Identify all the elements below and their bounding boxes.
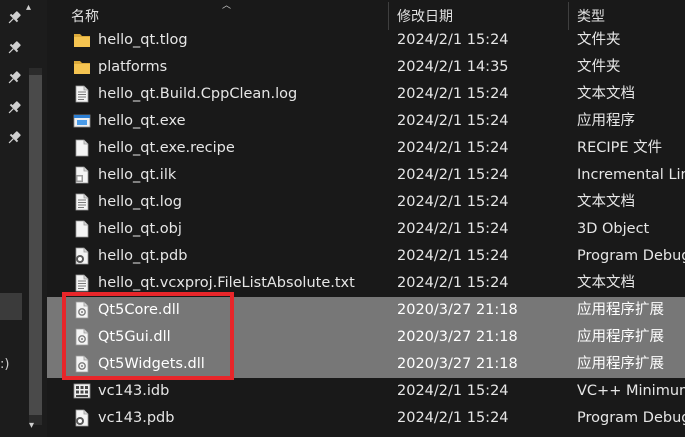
exe-icon (73, 112, 91, 130)
file-modified-date: 2024/2/1 15:24 (397, 248, 509, 264)
file-modified-date: 2020/3/27 21:18 (397, 329, 518, 345)
navigation-pane: ▴ ▾ :) (0, 0, 47, 437)
column-header-name[interactable]: 名称 (71, 0, 99, 30)
file-name: hello_qt.ilk (98, 167, 177, 183)
file-modified-date: 2020/3/27 21:18 (397, 302, 518, 318)
file-type: 应用程序扩展 (577, 302, 664, 318)
file-row[interactable]: hello_qt.exe 2024/2/1 15:24 应用程序 (47, 108, 685, 135)
nav-scrollbar-thumb[interactable] (29, 75, 42, 415)
file-modified-date: 2024/2/1 15:24 (397, 221, 509, 237)
pin-icon[interactable] (6, 70, 22, 86)
folder-icon (73, 31, 91, 49)
file-type: 3D Object (577, 221, 650, 237)
file-modified-date: 2020/3/27 21:18 (397, 356, 518, 372)
file-name: hello_qt.vcxproj.FileListAbsolute.txt (98, 275, 355, 291)
file-modified-date: 2024/2/1 15:24 (397, 140, 509, 156)
file-modified-date: 2024/2/1 15:24 (397, 275, 509, 291)
file-name: Qt5Widgets.dll (98, 356, 205, 372)
nav-scroll-up-icon[interactable]: ▴ (26, 2, 31, 13)
file-name: hello_qt.log (98, 194, 182, 210)
file-modified-date: 2024/2/1 15:24 (397, 32, 509, 48)
nav-scroll-down-icon[interactable]: ▾ (29, 420, 34, 431)
file-modified-date: 2024/2/1 15:24 (397, 383, 509, 399)
file-name: Qt5Gui.dll (98, 329, 171, 345)
file-type: 应用程序扩展 (577, 356, 664, 372)
pin-icon[interactable] (6, 10, 22, 26)
file-type: 文件夹 (577, 59, 621, 75)
file-row[interactable]: vc143.pdb 2024/2/1 15:24 Program Debug (47, 405, 685, 432)
nav-item-label: :) (0, 357, 10, 372)
sort-caret-icon: ︿ (222, 1, 232, 11)
file-icon (73, 220, 91, 238)
file-name: hello_qt.exe (98, 113, 186, 129)
file-row[interactable]: Qt5Core.dll 2020/3/27 21:18 应用程序扩展 (47, 297, 685, 324)
column-header-row: ︿ 名称 修改日期 类型 (47, 0, 685, 30)
pdb-file-icon (73, 409, 91, 427)
file-type: 文本文档 (577, 275, 635, 291)
column-header-date[interactable]: 修改日期 (397, 0, 453, 30)
text-file-icon (73, 85, 91, 103)
file-name: vc143.idb (98, 383, 170, 399)
file-row[interactable]: hello_qt.exe.recipe 2024/2/1 15:24 RECIPE … (47, 135, 685, 162)
file-row[interactable]: hello_qt.ilk 2024/2/1 15:24 Incremental Li… (47, 162, 685, 189)
pin-icon[interactable] (6, 40, 22, 56)
file-type: 应用程序 (577, 113, 635, 129)
file-row[interactable]: hello_qt.log 2024/2/1 15:24 文本文档 (47, 189, 685, 216)
column-divider[interactable] (388, 2, 389, 30)
ilk-file-icon (73, 166, 91, 184)
text-file-icon (73, 274, 91, 292)
file-type: 应用程序扩展 (577, 329, 664, 345)
file-modified-date: 2024/2/1 15:24 (397, 194, 509, 210)
file-row[interactable]: hello_qt.tlog 2024/2/1 15:24 文件夹 (47, 27, 685, 54)
file-icon (73, 139, 91, 157)
file-row[interactable]: hello_qt.Build.CppClean.log 2024/2/1 15:2… (47, 81, 685, 108)
file-name: hello_qt.pdb (98, 248, 188, 264)
column-divider[interactable] (568, 2, 569, 30)
file-modified-date: 2024/2/1 14:35 (397, 59, 509, 75)
dll-file-icon (73, 328, 91, 346)
file-type: RECIPE 文件 (577, 140, 663, 156)
text-file-icon (73, 193, 91, 211)
file-name: platforms (98, 59, 168, 75)
file-name: Qt5Core.dll (98, 302, 180, 318)
file-list: ︿ 名称 修改日期 类型 hello_qt.tlog 2024/2/1 15:24… (47, 0, 685, 437)
file-row[interactable]: Qt5Gui.dll 2020/3/27 21:18 应用程序扩展 (47, 324, 685, 351)
file-row[interactable]: hello_qt.obj 2024/2/1 15:24 3D Object (47, 216, 685, 243)
pin-icon[interactable] (6, 100, 22, 116)
pdb-file-icon (73, 247, 91, 265)
idb-file-icon (73, 382, 91, 400)
file-type: VC++ Minimum (577, 383, 685, 399)
file-type: 文本文档 (577, 86, 635, 102)
column-header-type[interactable]: 类型 (577, 0, 605, 30)
file-modified-date: 2024/2/1 15:24 (397, 86, 509, 102)
file-type: Incremental Lin (577, 167, 685, 183)
pin-icon[interactable] (6, 130, 22, 146)
file-modified-date: 2024/2/1 15:24 (397, 410, 509, 426)
dll-file-icon (73, 301, 91, 319)
nav-selected-item[interactable] (0, 293, 22, 320)
file-row[interactable]: hello_qt.pdb 2024/2/1 15:24 Program Debug (47, 243, 685, 270)
file-modified-date: 2024/2/1 15:24 (397, 113, 509, 129)
dll-file-icon (73, 355, 91, 373)
file-name: hello_qt.exe.recipe (98, 140, 235, 156)
file-name: vc143.pdb (98, 410, 175, 426)
file-row[interactable]: vc143.idb 2024/2/1 15:24 VC++ Minimum (47, 378, 685, 405)
file-type: Program Debug (577, 410, 685, 426)
file-name: hello_qt.Build.CppClean.log (98, 86, 298, 102)
file-row[interactable]: platforms 2024/2/1 14:35 文件夹 (47, 54, 685, 81)
file-type: Program Debug (577, 248, 685, 264)
file-type: 文本文档 (577, 194, 635, 210)
file-name: hello_qt.tlog (98, 32, 188, 48)
folder-icon (73, 58, 91, 76)
file-row[interactable]: hello_qt.vcxproj.FileListAbsolute.txt 202… (47, 270, 685, 297)
file-row[interactable]: Qt5Widgets.dll 2020/3/27 21:18 应用程序扩展 (47, 351, 685, 378)
file-type: 文件夹 (577, 32, 621, 48)
file-name: hello_qt.obj (98, 221, 182, 237)
file-modified-date: 2024/2/1 15:24 (397, 167, 509, 183)
